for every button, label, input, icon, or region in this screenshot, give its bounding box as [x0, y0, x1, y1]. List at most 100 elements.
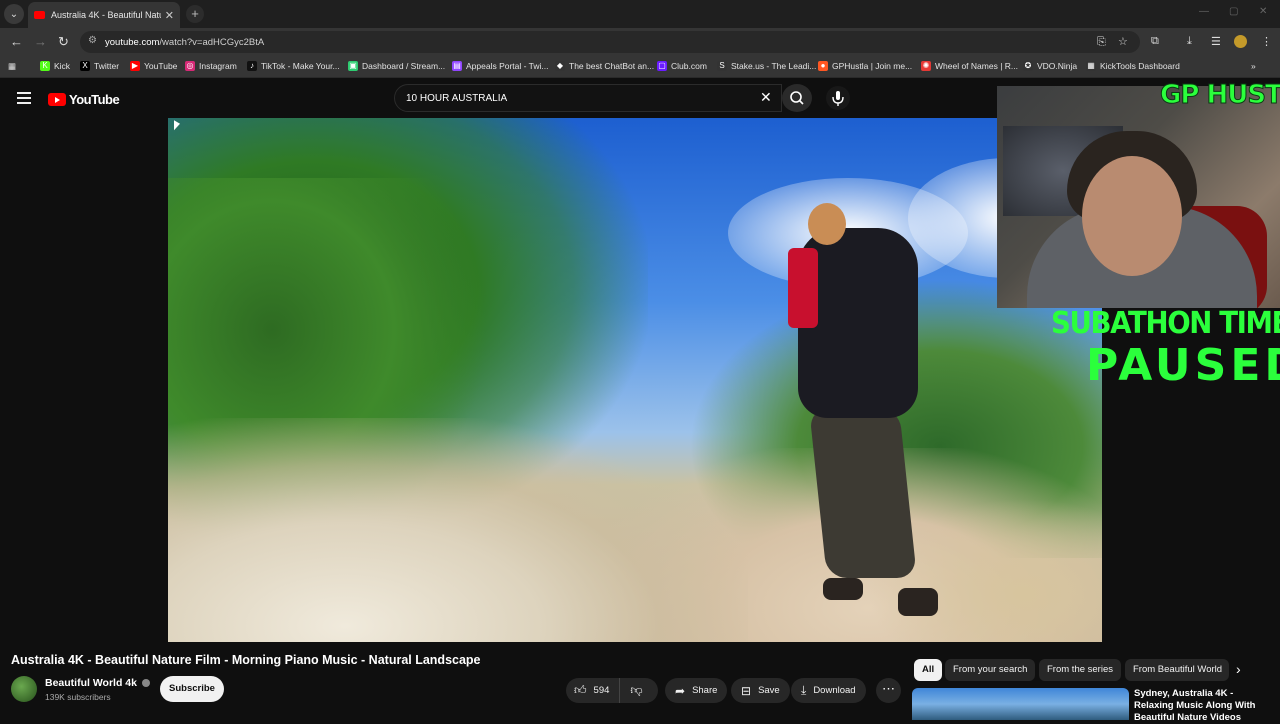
chip-from-your-search[interactable]: From your search: [945, 659, 1036, 681]
bookmarks-bar: ▦ K Kick X Twitter ▶ YouTube ◎ Instagram ♪ TikTok…: [0, 56, 1280, 78]
apps-grid-icon[interactable]: ▦: [8, 61, 16, 72]
bookmark-item[interactable]: ● GPHustla | Join me...: [818, 61, 912, 71]
bookmark-label: Appeals Portal - Twi...: [466, 61, 549, 71]
bookmark-label: VDO.Ninja: [1037, 61, 1078, 71]
chip-from-channel[interactable]: From Beautiful World: [1125, 659, 1229, 681]
bookmark-label: Wheel of Names | R...: [935, 61, 1018, 71]
new-tab-button[interactable]: +: [186, 5, 204, 23]
reading-list-icon[interactable]: ☰: [1211, 35, 1221, 48]
bookmark-label: The best ChatBot an...: [569, 61, 655, 71]
bookmark-label: Kick: [54, 61, 71, 71]
bookmark-item[interactable]: ◎ Instagram: [185, 61, 237, 71]
tab-search-icon[interactable]: ⌄: [4, 4, 24, 24]
bookmark-favicon-icon: ✺: [921, 61, 931, 71]
forward-icon[interactable]: →: [34, 34, 47, 49]
youtube-play-icon: [48, 93, 66, 106]
chip-from-the-series[interactable]: From the series: [1039, 659, 1121, 681]
video-player[interactable]: [168, 118, 1102, 642]
menu-icon[interactable]: [17, 92, 31, 104]
channel-avatar[interactable]: [11, 676, 37, 702]
microphone-icon: [832, 91, 844, 106]
close-tab-icon[interactable]: ✕: [165, 9, 174, 22]
more-bookmarks-icon[interactable]: »: [1251, 61, 1256, 71]
bookmark-item[interactable]: X Twitter: [80, 61, 119, 71]
bookmark-item[interactable]: ▣ Dashboard / Stream...: [348, 61, 445, 71]
bookmark-favicon-icon: ◎: [185, 61, 195, 71]
youtube-favicon-icon: [34, 11, 45, 19]
bookmark-label: Dashboard / Stream...: [362, 61, 446, 71]
thumbs-up-icon: 👍︎: [574, 683, 587, 697]
bookmark-favicon-icon: ♪: [247, 61, 257, 71]
download-button[interactable]: ⤓ Download: [791, 678, 866, 703]
back-icon[interactable]: ←: [10, 34, 23, 49]
minimize-icon[interactable]: —: [1199, 6, 1209, 17]
bookmark-item[interactable]: ▢ Club.com: [657, 61, 707, 71]
bookmark-item[interactable]: ♪ TikTok - Make Your...: [247, 61, 340, 71]
bookmark-label: Stake.us - The Leadi...: [731, 61, 817, 71]
more-icon: ⋯: [882, 681, 895, 696]
more-actions-button[interactable]: ⋯: [876, 678, 901, 703]
chip-all[interactable]: All: [914, 659, 943, 681]
install-app-icon[interactable]: ⎘: [1097, 36, 1106, 49]
url-text: youtube.com/watch?v=adHCGyc2BtA: [105, 37, 265, 48]
search-button[interactable]: [782, 84, 812, 112]
downloads-icon[interactable]: ⤓: [1187, 35, 1192, 48]
extensions-icon[interactable]: ⧉: [1151, 35, 1159, 48]
voice-search-button[interactable]: [826, 86, 850, 110]
like-button[interactable]: 👍︎ 594: [566, 678, 621, 703]
save-button[interactable]: ⊟ Save: [731, 678, 790, 703]
recommendation-thumbnail[interactable]: [912, 688, 1129, 720]
bookmark-item[interactable]: S Stake.us - The Leadi...: [717, 61, 816, 71]
maximize-icon[interactable]: ▢: [1229, 6, 1238, 17]
recommendation-title[interactable]: Sydney, Australia 4K - Relaxing Music Al…: [1134, 688, 1274, 724]
window-close-icon[interactable]: ✕: [1259, 6, 1267, 17]
bookmark-favicon-icon: ▢: [657, 61, 667, 71]
bookmark-item[interactable]: ▦ KickTools Dashboard: [1086, 61, 1180, 71]
like-count: 594: [593, 685, 610, 696]
download-icon: ⤓: [801, 683, 807, 697]
bookmark-item[interactable]: K Kick: [40, 61, 70, 71]
bookmark-favicon-icon: ▤: [452, 61, 462, 71]
bookmark-item[interactable]: ▤ Appeals Portal - Twi...: [452, 61, 549, 71]
bookmark-favicon-icon: ▣: [348, 61, 358, 71]
bookmark-label: Club.com: [671, 61, 707, 71]
bookmark-star-icon[interactable]: ☆: [1118, 35, 1128, 48]
bookmark-item[interactable]: ✺ Wheel of Names | R...: [921, 61, 1018, 71]
subscriber-count: 139K subscribers: [45, 692, 111, 702]
browser-toolbar: ← → ↻ ⚙ youtube.com/watch?v=adHCGyc2BtA …: [0, 28, 1280, 56]
profile-avatar[interactable]: [1234, 35, 1247, 48]
reload-icon[interactable]: ↻: [58, 34, 69, 50]
thumbs-down-icon: 👎︎: [630, 683, 643, 697]
channel-name[interactable]: Beautiful World 4k: [45, 677, 150, 689]
dislike-button[interactable]: 👎︎: [620, 683, 652, 698]
site-info-icon[interactable]: ⚙: [88, 35, 97, 46]
bookmark-label: GPHustla | Join me...: [832, 61, 913, 71]
bookmark-favicon-icon: X: [80, 61, 90, 71]
video-title: Australia 4K - Beautiful Nature Film - M…: [11, 653, 481, 667]
bookmark-label: TikTok - Make Your...: [261, 61, 340, 71]
webcam-overlay: [997, 86, 1280, 308]
address-bar[interactable]: ⚙ youtube.com/watch?v=adHCGyc2BtA ⎘ ☆: [80, 31, 1140, 53]
chevron-right-icon[interactable]: ›: [1236, 661, 1241, 677]
bookmark-label: YouTube: [144, 61, 178, 71]
search-input[interactable]: 10 HOUR AUSTRALIA: [394, 84, 782, 112]
bookmark-favicon-icon: ▦: [1086, 61, 1096, 71]
bookmark-favicon-icon: ▶: [130, 61, 140, 71]
browser-tab[interactable]: Australia 4K - Beautiful Nature F ✕: [28, 2, 180, 28]
bookmark-item[interactable]: ◆ The best ChatBot an...: [555, 61, 654, 71]
dry-grass: [168, 418, 748, 642]
share-icon: ➦: [675, 683, 686, 698]
youtube-logo[interactable]: YouTube: [48, 92, 120, 107]
search-icon: [790, 91, 804, 105]
subscribe-button[interactable]: Subscribe: [160, 676, 224, 702]
bookmark-favicon-icon: ●: [818, 61, 828, 71]
bookmark-label: KickTools Dashboard: [1100, 61, 1180, 71]
verified-badge-icon: [141, 679, 150, 687]
like-dislike-group: 👍︎ 594 👎︎: [566, 678, 658, 703]
bookmark-item[interactable]: ▶ YouTube: [130, 61, 177, 71]
browser-menu-icon[interactable]: ⋮: [1261, 35, 1272, 48]
clear-search-icon[interactable]: ✕: [760, 90, 772, 104]
bookmark-item[interactable]: ✪ VDO.Ninja: [1023, 61, 1077, 71]
share-button[interactable]: ➦ Share: [665, 678, 728, 703]
bookmark-icon: ⊟: [741, 683, 752, 698]
